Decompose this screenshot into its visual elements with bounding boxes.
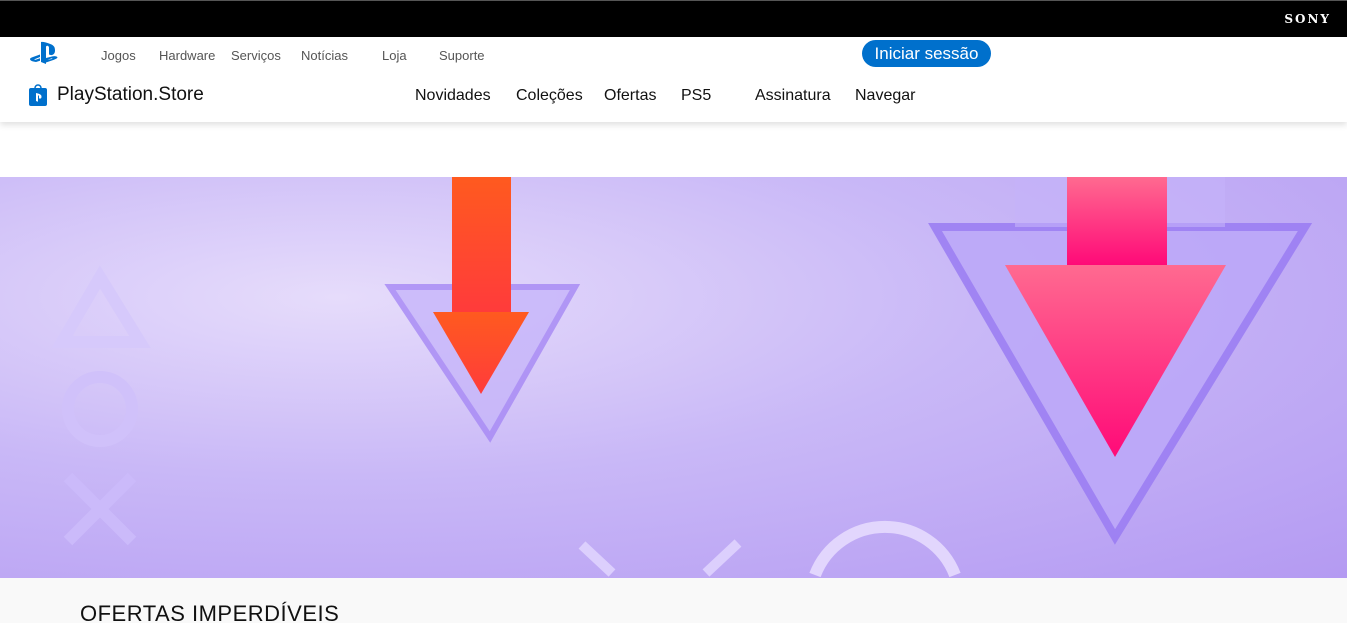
store-bag-icon [29,84,47,106]
section-title: OFERTAS IMPERDÍVEIS [80,601,340,626]
tab-novidades[interactable]: Novidades [415,87,491,105]
hero-artwork [51,177,1313,578]
arrow-left-shaft [452,177,511,312]
nav-loja[interactable]: Loja [382,48,407,63]
triangle-symbol-icon [51,265,151,348]
hero-banner[interactable] [0,177,1347,578]
deals-section: OFERTAS IMPERDÍVEIS [0,578,1347,626]
sony-bar: SONY [0,0,1347,37]
arrow-right-shaft [1067,177,1167,265]
tab-colecoes[interactable]: Coleções [516,87,583,105]
nav-suporte[interactable]: Suporte [439,48,485,63]
tab-ofertas[interactable]: Ofertas [604,87,656,105]
circle-symbol-icon [62,371,138,447]
nav-noticias[interactable]: Notícias [301,48,348,63]
store-logo[interactable]: PlayStation.Store [28,83,204,107]
signin-button[interactable]: Iniciar sessão [862,40,991,67]
tab-assinatura[interactable]: Assinatura [755,87,831,105]
playstation-logo-icon[interactable] [30,41,60,65]
cross-symbol-icon [63,472,137,546]
header: Jogos Hardware Serviços Notícias Loja Su… [0,37,1347,122]
tab-navegar[interactable]: Navegar [855,87,915,105]
store-name: PlayStation.Store [57,84,204,105]
nav-jogos[interactable]: Jogos [101,48,136,63]
nav-servicos[interactable]: Serviços [231,48,281,63]
tab-ps5[interactable]: PS5 [681,87,711,105]
nav-hardware[interactable]: Hardware [159,48,215,63]
sony-logo[interactable]: SONY [1284,12,1331,26]
